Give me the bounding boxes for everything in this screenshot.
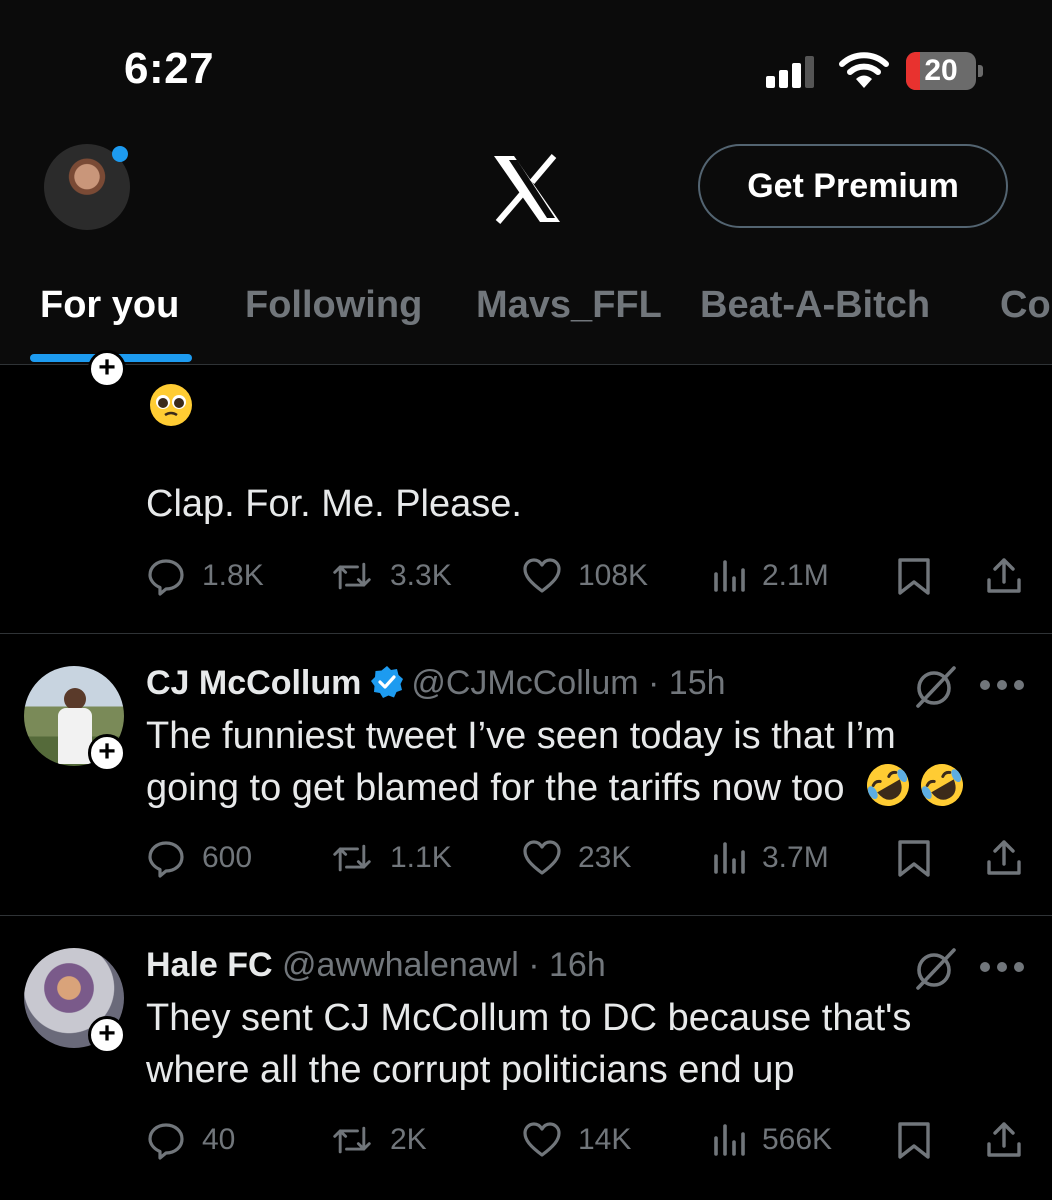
- views-count: 2.1M: [762, 559, 829, 592]
- tweet-time: · 15h: [648, 664, 726, 702]
- like-count: 14K: [578, 1123, 632, 1156]
- tweet-text-line-1: The funniest tweet I’ve seen today is th…: [146, 715, 896, 757]
- repost-icon: [333, 844, 371, 872]
- tweet-2[interactable]: + Hale FC @awwhalenawl · 16h They sent C…: [0, 916, 1052, 1200]
- pleading-face-emoji-icon: [150, 384, 192, 426]
- tweet-text: The funniest tweet I’ve seen today is th…: [146, 710, 1026, 814]
- tab-co[interactable]: Co: [1000, 284, 1051, 327]
- views-icon: [714, 1124, 745, 1156]
- cellular-signal-icon: [766, 56, 818, 88]
- bookmark-icon: [898, 558, 930, 595]
- verified-badge-icon: [371, 666, 404, 698]
- heart-icon: [523, 840, 561, 875]
- tab-mavs-ffl[interactable]: Mavs_FFL: [476, 284, 662, 327]
- follow-plus-icon[interactable]: +: [88, 734, 126, 772]
- wifi-icon: [839, 52, 889, 88]
- profile-avatar[interactable]: [44, 144, 130, 230]
- author-name[interactable]: CJ McCollum: [146, 664, 361, 702]
- tab-following[interactable]: Following: [245, 284, 422, 327]
- share-icon: [987, 558, 1021, 593]
- repost-count: 3.3K: [390, 559, 452, 592]
- repost-count: 2K: [390, 1123, 427, 1156]
- author-handle[interactable]: @awwhalenawl: [282, 946, 519, 984]
- share-icon: [987, 1122, 1021, 1157]
- author-name[interactable]: Hale FC: [146, 946, 273, 984]
- rolling-on-floor-laughing-emoji-icon: [867, 764, 910, 806]
- reply-count: 40: [202, 1123, 236, 1156]
- reply-icon: [148, 841, 184, 878]
- tweet-1[interactable]: + CJ McCollum @CJMcCollum · 15h The funni…: [0, 634, 1052, 916]
- like-count: 23K: [578, 841, 632, 874]
- tweet-meta: Hale FC @awwhalenawl · 16h: [146, 946, 606, 985]
- battery-level: 20: [924, 54, 958, 87]
- top-header: Get Premium: [0, 130, 1052, 250]
- tweet-text-line-2: where all the corrupt politicians end up: [146, 1049, 795, 1091]
- tweet-text-line-2-wrap: going to get blamed for the tariffs now …: [146, 762, 1026, 814]
- tab-beat-a-bitch[interactable]: Beat-A-Bitch: [700, 284, 930, 327]
- share-icon: [987, 840, 1021, 875]
- get-premium-button[interactable]: Get Premium: [698, 144, 1008, 228]
- rolling-on-floor-laughing-emoji-icon: [921, 764, 964, 806]
- like-count: 108K: [578, 559, 649, 592]
- views-icon: [714, 842, 745, 874]
- reply-count: 1.8K: [202, 559, 264, 592]
- heart-icon: [523, 1122, 561, 1157]
- grok-icon[interactable]: [912, 664, 958, 710]
- grok-icon[interactable]: [912, 946, 958, 992]
- tweet-text-line-1: They sent CJ McCollum to DC because that…: [146, 997, 912, 1039]
- views-count: 3.7M: [762, 841, 829, 874]
- views-icon: [714, 560, 745, 592]
- x-logo-icon[interactable]: [490, 154, 564, 224]
- more-options-icon[interactable]: [980, 680, 1024, 692]
- tweet-actions: 600 1.1K 23K 3.7M: [146, 834, 1036, 882]
- tweet-text: Clap. For. Me. Please.: [146, 483, 522, 525]
- reply-icon: [148, 1123, 184, 1160]
- timeline-tabs: For you Following Mavs_FFL Beat-A-Bitch …: [0, 250, 1052, 365]
- more-options-icon[interactable]: [980, 962, 1024, 974]
- bookmark-icon: [898, 1122, 930, 1159]
- reply-icon: [148, 559, 184, 596]
- tweet-actions: 40 2K 14K 566K: [146, 1116, 1036, 1164]
- tweet-text: They sent CJ McCollum to DC because that…: [146, 992, 1026, 1096]
- tweet-time: · 16h: [528, 946, 606, 984]
- tweet-meta: CJ McCollum @CJMcCollum · 15h: [146, 664, 726, 703]
- status-bar: 6:27 20: [0, 0, 1052, 130]
- notification-dot: [112, 146, 128, 162]
- bookmark-icon: [898, 840, 930, 877]
- tweet-0[interactable]: + Clap. For. Me. Please. 1.8K 3.3K 108K …: [0, 350, 1052, 634]
- views-count: 566K: [762, 1123, 833, 1156]
- tab-for-you[interactable]: For you: [40, 284, 179, 327]
- tweet-actions: 1.8K 3.3K 108K 2.1M: [146, 552, 1036, 600]
- repost-icon: [333, 1126, 371, 1154]
- reply-count: 600: [202, 841, 253, 874]
- follow-plus-icon[interactable]: +: [88, 350, 126, 388]
- follow-plus-icon[interactable]: +: [88, 1016, 126, 1054]
- heart-icon: [523, 558, 561, 593]
- repost-count: 1.1K: [390, 841, 452, 874]
- tweet-text-line-2: going to get blamed for the tariffs now …: [146, 767, 845, 809]
- repost-icon: [333, 562, 371, 590]
- battery-indicator: 20: [906, 52, 984, 90]
- status-time: 6:27: [124, 44, 215, 93]
- author-handle[interactable]: @CJMcCollum: [411, 664, 638, 702]
